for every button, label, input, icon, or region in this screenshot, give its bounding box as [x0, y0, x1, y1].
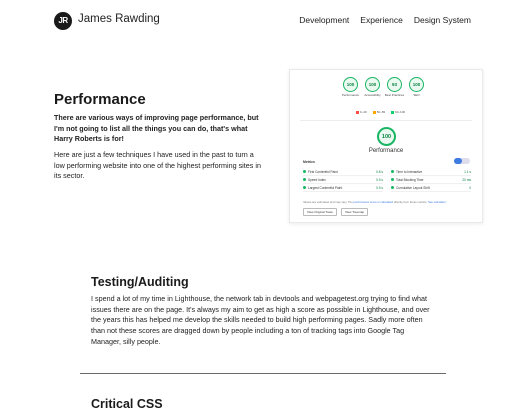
metric-row: First Contentful Paint 0.8 s	[303, 168, 383, 176]
nav-development[interactable]: Development	[299, 15, 349, 25]
view-treemap-button: View Treemap	[340, 208, 369, 216]
gauge-label: Performance	[341, 93, 360, 97]
pass-dot-icon	[303, 177, 306, 181]
metrics-heading: Metrics	[303, 160, 315, 164]
gauge-score: 100	[343, 77, 358, 92]
score-gauges: 100 Performance 100 Accessibility 93 Bes…	[342, 77, 425, 98]
gauge-seo: 100 SEO	[408, 77, 425, 98]
performance-lead: There are various ways of improving page…	[54, 113, 259, 143]
legend-swatch-icon	[391, 110, 395, 114]
gauge-performance: 100 Performance	[342, 77, 359, 98]
lighthouse-report-image: 100 Performance 100 Accessibility 93 Bes…	[289, 69, 483, 223]
pass-dot-icon	[303, 185, 306, 189]
testing-body: I spend a lot of my time in Lighthouse, …	[91, 294, 430, 346]
metrics-note: Values are estimated and may vary. The p…	[303, 200, 447, 204]
pass-dot-icon	[391, 177, 394, 181]
gauge-label: Accessibility	[364, 93, 381, 97]
gauge-score: 93	[387, 77, 402, 92]
legend-item: 50–89	[372, 110, 385, 114]
gauge-accessibility: 100 Accessibility	[364, 77, 381, 98]
main-score-label: Performance	[368, 148, 404, 154]
gauge-label: Best Practices	[384, 93, 405, 97]
metric-row: Total Blocking Time 20 ms	[391, 176, 471, 184]
legend-swatch-icon	[356, 110, 359, 114]
logo-icon[interactable]: JR	[54, 12, 72, 30]
view-toggle	[454, 158, 470, 164]
view-trace-button: View Original Trace	[303, 208, 337, 216]
toggle-knob-icon	[454, 158, 462, 164]
legend-item: 0–49	[356, 110, 367, 114]
score-legend: 0–49 50–89 90–100	[356, 110, 405, 114]
report-buttons: View Original Trace View Treemap	[303, 208, 369, 216]
legend-swatch-icon	[372, 110, 376, 114]
metric-row: Time to Interactive 1.1 s	[391, 168, 471, 176]
main-score-gauge: 100	[377, 127, 396, 146]
pass-dot-icon	[391, 185, 394, 189]
gauge-score: 100	[365, 77, 380, 92]
performance-body: Here are just a few techniques I have us…	[54, 150, 261, 180]
nav-design-system[interactable]: Design System	[414, 15, 471, 25]
metric-row: Cumulative Layout Shift 0	[391, 184, 471, 192]
gauge-label: SEO	[413, 93, 420, 97]
legend-item: 90–100	[391, 110, 405, 114]
gauge-best-practices: 93 Best Practices	[384, 77, 405, 98]
site-header: JR James Rawding Development Experience …	[0, 0, 525, 42]
metrics-grid: First Contentful Paint 0.8 s Time to Inte…	[303, 168, 471, 192]
main-nav: Development Experience Design System	[299, 15, 471, 25]
critical-css-heading: Critical CSS	[91, 397, 163, 411]
section-divider	[80, 373, 446, 374]
metric-row: Speed Index 0.9 s	[303, 176, 383, 184]
gauge-score: 100	[409, 77, 424, 92]
pass-dot-icon	[391, 169, 394, 173]
pass-dot-icon	[303, 169, 306, 173]
metric-row: Largest Contentful Paint 0.9 s	[303, 184, 383, 192]
brand-name[interactable]: James Rawding	[78, 13, 160, 25]
performance-heading: Performance	[54, 91, 146, 108]
divider	[300, 120, 472, 121]
testing-heading: Testing/Auditing	[91, 275, 189, 289]
nav-experience[interactable]: Experience	[360, 15, 403, 25]
